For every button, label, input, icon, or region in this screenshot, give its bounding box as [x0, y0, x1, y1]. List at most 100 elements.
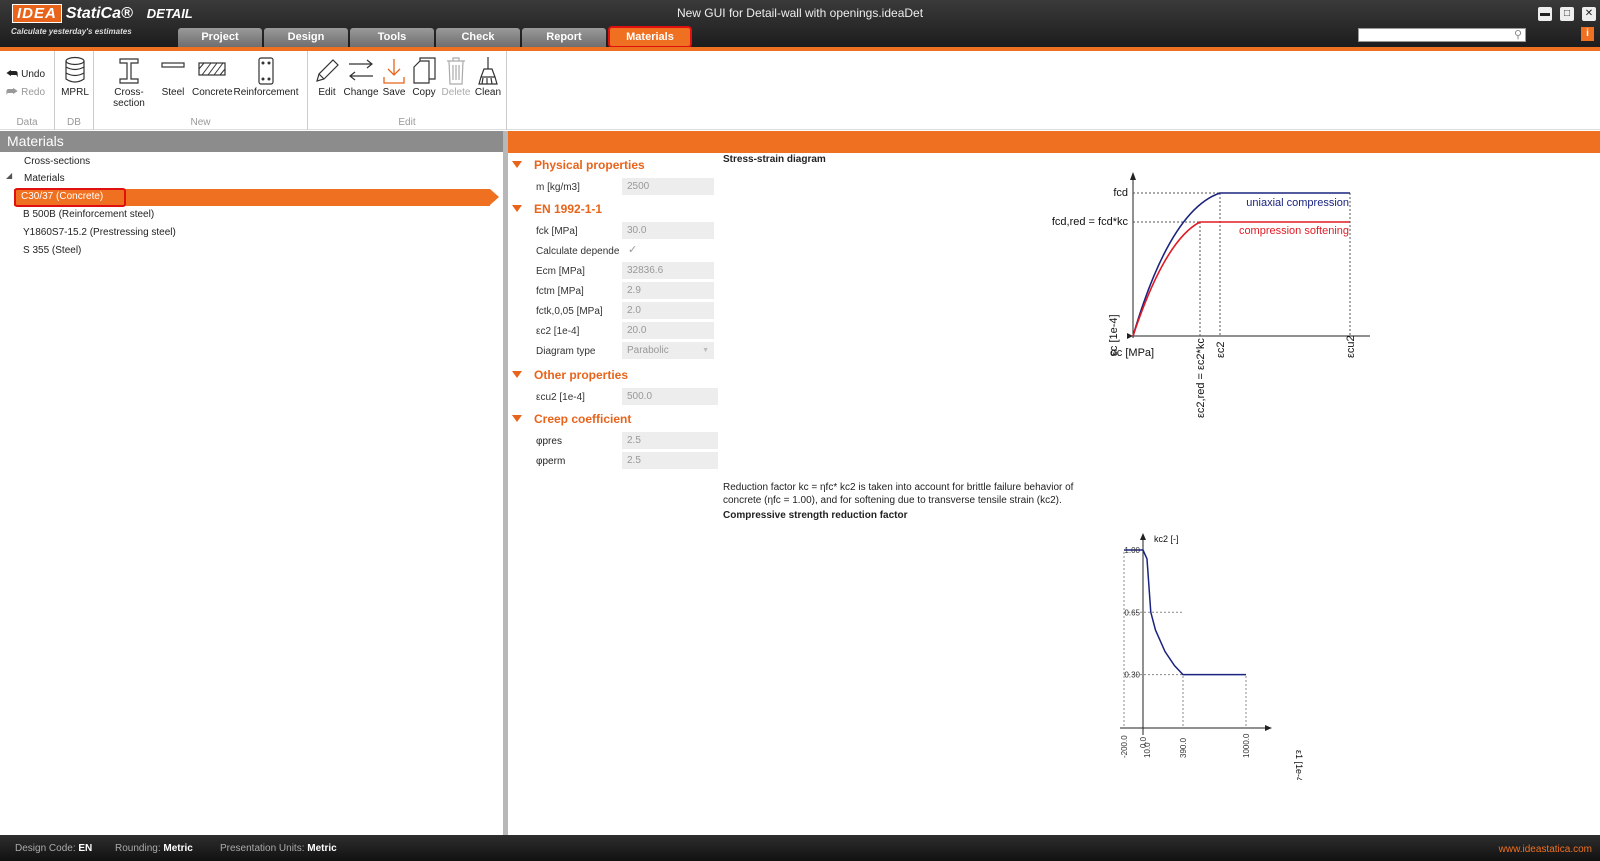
- delete-button[interactable]: Delete: [440, 55, 472, 98]
- maximize-icon[interactable]: □: [1560, 7, 1574, 21]
- fcd-label: fcd: [1113, 187, 1128, 199]
- change-button[interactable]: Change: [343, 55, 379, 98]
- design-code-status: Design Code: EN: [15, 843, 92, 854]
- pencil-icon: [316, 59, 339, 82]
- save-download-icon: [383, 59, 405, 84]
- phi-pres-field[interactable]: 2.5: [622, 432, 718, 449]
- redo-icon: ⮫: [6, 84, 19, 99]
- tree-item-label: C30/37 (Concrete): [21, 191, 104, 202]
- close-icon[interactable]: ✕: [1582, 7, 1596, 21]
- materials-panel-header: Materials: [0, 131, 503, 152]
- new-cross-section-button[interactable]: Cross-section: [99, 55, 159, 109]
- kc2-axes: [1120, 533, 1272, 735]
- tab-design[interactable]: Design: [264, 28, 348, 47]
- chevron-down-icon: ▼: [702, 347, 709, 354]
- cross-section-label: Cross-section: [113, 87, 145, 109]
- section-creep-coefficient[interactable]: Creep coefficient: [512, 412, 631, 426]
- collapse-icon[interactable]: ◢: [6, 171, 12, 180]
- tree-item-selected[interactable]: C30/37 (Concrete): [14, 188, 502, 207]
- tree-item-cross-sections[interactable]: Cross-sections: [24, 156, 90, 167]
- prop-label: φperm: [536, 456, 566, 467]
- new-concrete-button[interactable]: Concrete: [192, 55, 233, 98]
- tab-project[interactable]: Project: [178, 28, 262, 47]
- tree-item-materials[interactable]: Materials: [24, 173, 65, 184]
- save-button[interactable]: Save: [380, 55, 408, 98]
- document-title: New GUI for Detail-wall with openings.id…: [676, 6, 924, 20]
- steel-plate-icon: [161, 62, 185, 68]
- fck-field[interactable]: 30.0: [622, 222, 714, 239]
- kc2-chart-title: Compressive strength reduction factor: [723, 510, 908, 521]
- website-link[interactable]: www.ideastatica.com: [1499, 844, 1592, 855]
- uniaxial-legend: uniaxial compression: [1246, 197, 1349, 209]
- fctk-field[interactable]: 2.0: [622, 302, 714, 319]
- prop-label: fctk,0,05 [MPa]: [536, 306, 603, 317]
- reinforcement-icon: [258, 57, 274, 85]
- kc2-y-tick-label: 0.65: [1124, 608, 1140, 617]
- stress-strain-title: Stress-strain diagram: [723, 154, 826, 165]
- section-other-properties[interactable]: Other properties: [512, 368, 628, 382]
- tab-check[interactable]: Check: [436, 28, 520, 47]
- search-input[interactable]: ⚲: [1358, 28, 1526, 42]
- ecu2-field[interactable]: 500.0: [622, 388, 718, 405]
- prop-label: εc2 [1e-4]: [536, 326, 580, 337]
- kc2-x-label: ε1 [1e-4]: [1294, 750, 1304, 780]
- expand-icon: [512, 161, 522, 168]
- section-physical-properties[interactable]: Physical properties: [512, 158, 645, 172]
- prop-label: φpres: [536, 436, 562, 447]
- section-title: Other properties: [534, 368, 629, 382]
- diagram-type-select[interactable]: Parabolic ▼: [622, 342, 714, 359]
- calculate-dependent-checkbox[interactable]: ✓: [628, 243, 637, 256]
- panel-splitter[interactable]: [503, 131, 508, 835]
- info-icon[interactable]: i: [1581, 27, 1594, 41]
- materials-tree-panel: Materials Cross-sections ◢ Materials C30…: [0, 131, 503, 835]
- kc2-y-arrow: [1140, 533, 1146, 540]
- copy-button[interactable]: Copy: [409, 55, 439, 98]
- prop-label: εcu2 [1e-4]: [536, 392, 585, 403]
- fcd-red-label: fcd,red = fcd*kc: [1052, 216, 1129, 228]
- steel-label: Steel: [161, 87, 185, 98]
- concrete-label: Concrete: [192, 87, 233, 98]
- detail-panel-header: [508, 131, 1600, 153]
- search-icon[interactable]: ⚲: [1514, 28, 1522, 41]
- tab-tools[interactable]: Tools: [350, 28, 434, 47]
- prop-label: Ecm [MPa]: [536, 266, 585, 277]
- undo-button[interactable]: ⮪ Undo: [6, 66, 45, 82]
- minimize-icon[interactable]: ▬: [1538, 7, 1552, 21]
- mprl-button[interactable]: MPRL: [58, 55, 92, 98]
- ribbon-group-data: ⮪ Undo ⮫ Redo Data: [0, 51, 55, 130]
- edit-button[interactable]: Edit: [312, 55, 342, 98]
- kc2-series-line: [1124, 549, 1246, 676]
- tab-materials[interactable]: Materials: [608, 26, 692, 48]
- section-title: Physical properties: [534, 158, 645, 172]
- diagram-type-value: Parabolic: [627, 345, 669, 356]
- new-reinforcement-button[interactable]: Reinforcement: [233, 55, 299, 98]
- ec2-field[interactable]: 20.0: [622, 322, 714, 339]
- units-status: Presentation Units: Metric: [220, 843, 337, 854]
- redo-button[interactable]: ⮫ Redo: [6, 84, 45, 100]
- ecm-field[interactable]: 32836.6: [622, 262, 714, 279]
- section-en-1992[interactable]: EN 1992-1-1: [512, 202, 602, 216]
- kc2-y-tick-label: 1.00: [1124, 546, 1140, 555]
- ribbon: ⮪Undo ⮫Redo Data MPRL DB Cross-section: [0, 51, 1600, 130]
- uniaxial-compression-curve: [1132, 192, 1350, 337]
- ribbon-group-label: Data: [16, 117, 38, 128]
- units-label: Presentation Units:: [220, 843, 305, 854]
- prop-label: m [kg/m3]: [536, 182, 580, 193]
- tree-item-material[interactable]: Y1860S7-15.2 (Prestressing steel): [23, 227, 176, 238]
- tagline: Calculate yesterday's estimates: [11, 27, 132, 36]
- fctm-field[interactable]: 2.9: [622, 282, 714, 299]
- design-code-label: Design Code:: [15, 843, 76, 854]
- kc2-x-tick-label: 1000.0: [1242, 733, 1251, 758]
- tree-item-material[interactable]: B 500B (Reinforcement steel): [23, 209, 154, 220]
- prop-label: Calculate depende: [536, 246, 620, 257]
- mass-field[interactable]: 2500: [622, 178, 714, 195]
- copy-label: Copy: [412, 87, 436, 98]
- ribbon-group-label: DB: [67, 117, 81, 128]
- tree-item-material[interactable]: S 355 (Steel): [23, 245, 81, 256]
- new-steel-button[interactable]: Steel: [160, 55, 186, 98]
- tab-report[interactable]: Report: [522, 28, 606, 47]
- clean-button[interactable]: Clean: [473, 55, 503, 98]
- rounding-status: Rounding: Metric: [115, 843, 193, 854]
- phi-perm-field[interactable]: 2.5: [622, 452, 718, 469]
- i-beam-icon: [119, 58, 139, 84]
